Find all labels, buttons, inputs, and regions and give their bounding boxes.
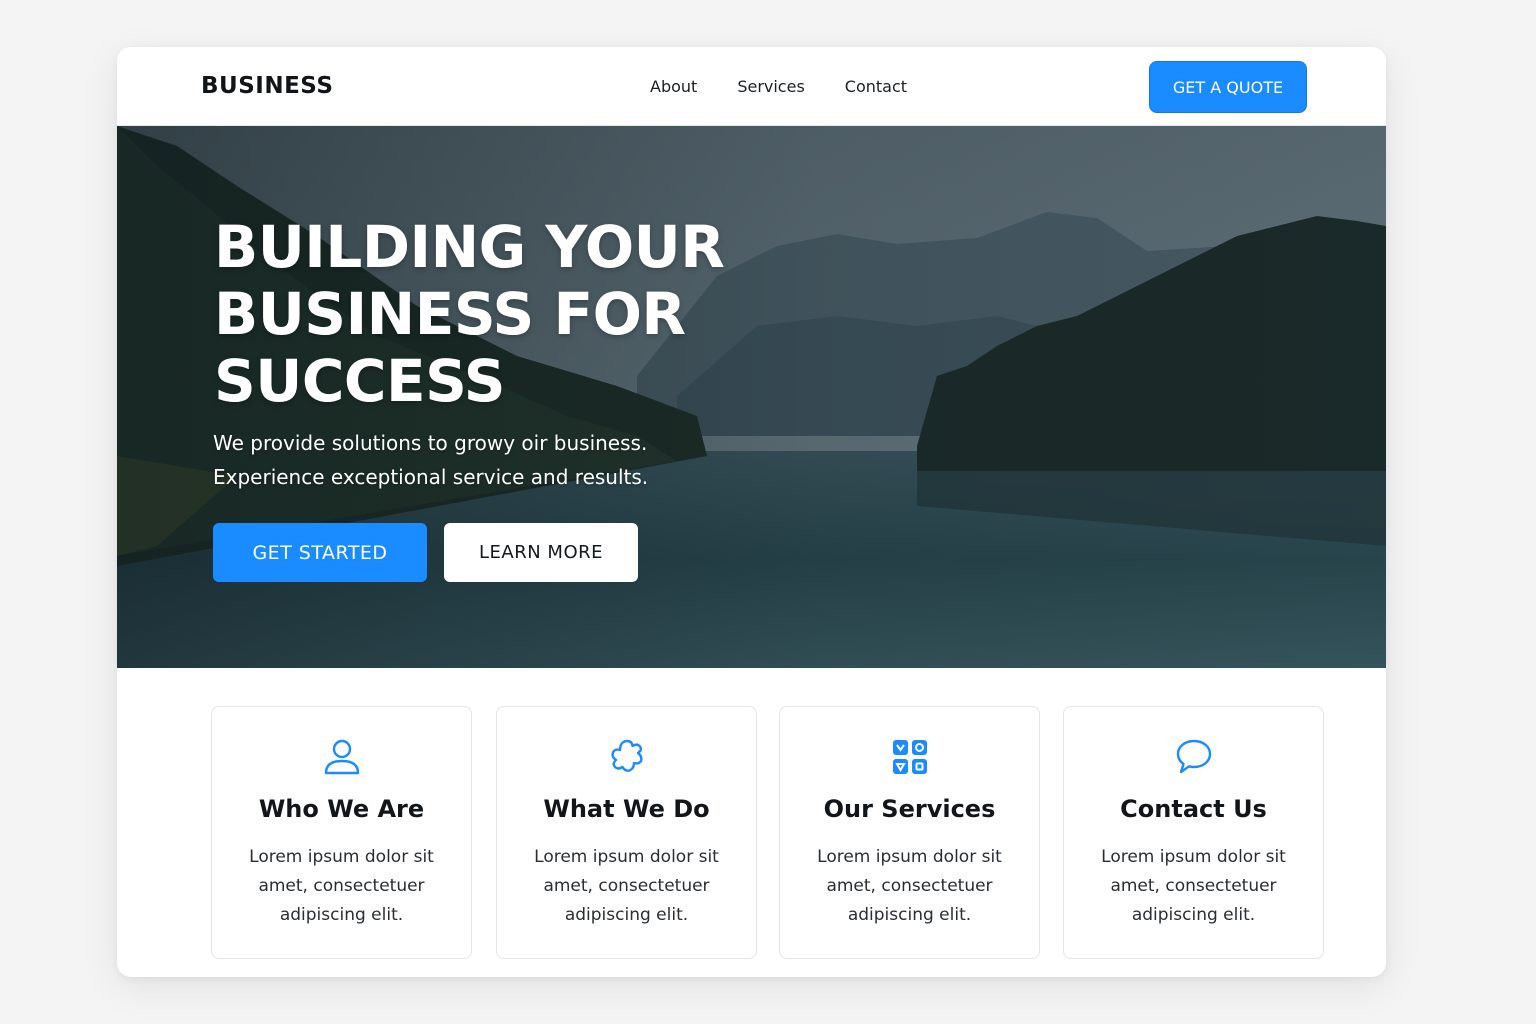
hero-headline: BUILDING YOUR BUSINESS FOR SUCCESS <box>214 214 774 415</box>
get-a-quote-button[interactable]: GET A QUOTE <box>1149 61 1307 113</box>
site-logo[interactable]: BUSINESS <box>201 73 333 99</box>
user-icon <box>212 737 471 777</box>
nav-link-about[interactable]: About <box>650 77 697 96</box>
hero-headline-line: BUILDING YOUR <box>214 213 725 281</box>
card-text-line: adipiscing elit. <box>279 905 404 925</box>
card-text-line: amet, consectetuer <box>543 876 710 896</box>
card-contact-us[interactable]: Contact Us Lorem ipsum dolor sit amet, c… <box>1063 706 1324 959</box>
card-text: Lorem ipsum dolor sit amet, consectetuer… <box>519 843 734 930</box>
hero-subtitle-line: Experience exceptional service and resul… <box>213 465 649 489</box>
nav-links: About Services Contact <box>650 77 947 96</box>
hero-section: BUILDING YOUR BUSINESS FOR SUCCESS We pr… <box>117 126 1386 668</box>
card-text: Lorem ipsum dolor sit amet, consectetuer… <box>1086 843 1301 930</box>
card-text-line: amet, consectetuer <box>1110 876 1277 896</box>
learn-more-button[interactable]: LEARN MORE <box>444 523 638 582</box>
nav-link-services[interactable]: Services <box>737 77 804 96</box>
gear-flower-icon <box>497 737 756 777</box>
card-text-line: Lorem ipsum dolor sit <box>249 847 434 867</box>
card-title: What We Do <box>543 795 710 823</box>
card-text-line: Lorem ipsum dolor sit <box>1101 847 1286 867</box>
card-text-line: Lorem ipsum dolor sit <box>817 847 1002 867</box>
hero-subtitle-line: We provide solutions to growy oir busine… <box>213 431 648 455</box>
card-text-line: amet, consectetuer <box>826 876 993 896</box>
card-who-we-are[interactable]: Who We Are Lorem ipsum dolor sit amet, c… <box>211 706 472 959</box>
browser-page: BUSINESS About Services Contact GET A QU… <box>117 47 1386 977</box>
card-text-line: adipiscing elit. <box>564 905 689 925</box>
card-text: Lorem ipsum dolor sit amet, consectetuer… <box>802 843 1017 930</box>
services-grid-icon <box>780 737 1039 777</box>
card-what-we-do[interactable]: What We Do Lorem ipsum dolor sit amet, c… <box>496 706 757 959</box>
card-title: Our Services <box>823 795 996 823</box>
top-navbar: BUSINESS About Services Contact GET A QU… <box>117 47 1386 126</box>
card-our-services[interactable]: Our Services Lorem ipsum dolor sit amet,… <box>779 706 1040 959</box>
card-title: Contact Us <box>1120 795 1267 823</box>
get-started-button[interactable]: GET STARTED <box>213 523 427 582</box>
card-text: Lorem ipsum dolor sit amet, consectetuer… <box>234 843 449 930</box>
hero-headline-line: BUSINESS FOR <box>214 280 686 348</box>
chat-bubble-icon <box>1064 737 1323 777</box>
card-text-line: adipiscing elit. <box>847 905 972 925</box>
hero-headline-line: SUCCESS <box>214 347 506 415</box>
card-title: Who We Are <box>258 795 425 823</box>
nav-link-contact[interactable]: Contact <box>845 77 907 96</box>
hero-subtitle: We provide solutions to growy oir busine… <box>213 426 813 494</box>
card-text-line: adipiscing elit. <box>1131 905 1256 925</box>
card-text-line: amet, consectetuer <box>258 876 425 896</box>
card-text-line: Lorem ipsum dolor sit <box>534 847 719 867</box>
